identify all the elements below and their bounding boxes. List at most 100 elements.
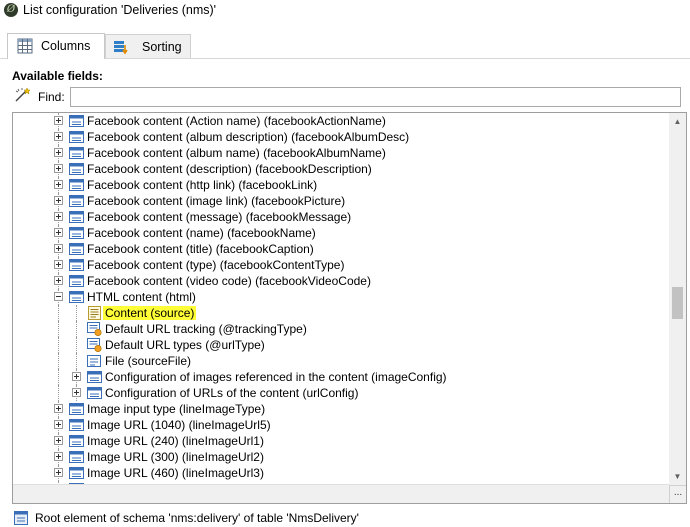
tree-item-label: Image URL (1040) (lineImageUrl5) [87,418,271,432]
tree-item-label: Facebook content (type) (facebookContent… [87,258,345,272]
expand-plus-icon[interactable] [54,404,63,413]
tree-row[interactable]: Image URL (300) (lineImageUrl2) [13,449,669,465]
field-node-icon [69,178,84,192]
tree-item-label: Image URL (240) (lineImageUrl1) [87,434,264,448]
available-fields-tree[interactable]: Facebook content (Action name) (facebook… [12,112,687,504]
find-wand-icon [15,87,31,102]
tree-row[interactable]: Facebook content (title) (facebookCaptio… [13,241,669,257]
expand-plus-icon[interactable] [54,196,63,205]
expand-plus-icon[interactable] [54,132,63,141]
tree-item-label: Configuration of images referenced in th… [105,370,447,384]
tree-item-label: Facebook content (album description) (fa… [87,130,410,144]
tree-row[interactable]: Facebook content (Action name) (facebook… [13,113,669,129]
expand-plus-icon[interactable] [54,116,63,125]
title-bar: Ø List configuration 'Deliveries (nms)' [0,0,690,22]
tree-row[interactable]: Configuration of URLs of the content (ur… [13,385,669,401]
expand-plus-icon[interactable] [54,212,63,221]
tree-item-label: Image URL (300) (lineImageUrl2) [87,450,264,464]
tree-row[interactable]: Facebook content (description) (facebook… [13,161,669,177]
window-title: List configuration 'Deliveries (nms)' [23,3,217,17]
tree-row[interactable]: Default URL types (@urlType) [13,337,669,353]
tree-row[interactable]: Facebook content (album name) (facebookA… [13,145,669,161]
tree-row[interactable]: Facebook content (video code) (facebookV… [13,273,669,289]
tree-row[interactable]: Facebook content (name) (facebookName) [13,225,669,241]
more-options-button[interactable]: ... [669,485,686,503]
tree-row[interactable]: Facebook content (image link) (facebookP… [13,193,669,209]
tab-columns[interactable]: Columns [7,33,105,59]
tree-item-label: Facebook content (Action name) (facebook… [87,114,386,128]
tree-item-label: Facebook content (album name) (facebookA… [87,146,386,160]
expand-plus-icon[interactable] [72,388,81,397]
tree-row[interactable]: Facebook content (type) (facebookContent… [13,257,669,273]
find-label: Find: [38,90,65,104]
tree-item-label: Facebook content (title) (facebookCaptio… [87,242,314,256]
field-node-icon [69,194,84,208]
grid-icon [17,38,33,54]
tab-sorting[interactable]: Sorting [105,34,191,58]
tree-row[interactable]: Content (source) [13,305,669,321]
tree-guide-line [76,353,77,369]
scroll-up-arrow-icon[interactable]: ▲ [669,113,686,130]
expand-plus-icon[interactable] [72,372,81,381]
tree-item-label: Image URL (460) (lineImageUrl3) [87,466,264,480]
find-input[interactable] [70,87,681,107]
tree-row[interactable]: Facebook content (album description) (fa… [13,129,669,145]
field-node-icon [69,210,84,224]
expand-plus-icon[interactable] [54,260,63,269]
schema-icon [14,511,28,525]
field-node-icon [69,434,84,448]
field-node-icon [69,114,84,128]
tree-item-label: Facebook content (video code) (facebookV… [87,274,371,288]
tree-row[interactable]: Facebook content (http link) (facebookLi… [13,177,669,193]
tree-item-label: Default URL tracking (@trackingType) [105,322,307,336]
tree-item-label: Configuration of URLs of the content (ur… [105,386,359,400]
enum-attribute-icon [87,338,102,353]
expand-plus-icon[interactable] [54,180,63,189]
expand-plus-icon[interactable] [54,420,63,429]
app-icon: Ø [4,3,18,17]
expand-plus-icon[interactable] [54,164,63,173]
tree-row[interactable]: Image URL (240) (lineImageUrl1) [13,433,669,449]
tree-item-label: HTML content (html) [87,290,196,304]
tree-item-label: Facebook content (message) (facebookMess… [87,210,352,224]
tree-guide-line [58,337,59,353]
tree-row[interactable]: Image URL (460) (lineImageUrl3) [13,465,669,481]
vertical-scrollbar[interactable]: ▲ ▼ [669,113,686,485]
expand-plus-icon[interactable] [54,276,63,285]
tree-row[interactable]: File (sourceFile) [13,353,669,369]
tree-item-label: Default URL types (@urlType) [105,338,265,352]
tree-item-label: File (sourceFile) [105,354,192,368]
tree-row[interactable]: HTML content (html) [13,289,669,305]
expand-plus-icon[interactable] [54,468,63,477]
field-node-icon [69,290,84,304]
tab-columns-label: Columns [41,39,91,53]
tree-guide-line [58,353,59,369]
tree-row[interactable]: Image input type (lineImageType) [13,401,669,417]
expand-plus-icon[interactable] [54,148,63,157]
tree-viewport: Facebook content (Action name) (facebook… [13,113,669,485]
expand-plus-icon[interactable] [54,452,63,461]
tree-row[interactable]: Configuration of images referenced in th… [13,369,669,385]
field-node-icon [69,242,84,256]
field-node-icon [69,274,84,288]
tree-item-label: Image input type (lineImageType) [87,402,266,416]
scrollbar-thumb[interactable] [672,287,683,319]
tree-guide-line [58,369,59,385]
field-node-icon [69,258,84,272]
tree-item-label: Facebook content (description) (facebook… [87,162,372,176]
collapse-minus-icon[interactable] [54,292,63,301]
expand-plus-icon[interactable] [54,228,63,237]
scroll-down-arrow-icon[interactable]: ▼ [669,468,686,485]
expand-plus-icon[interactable] [54,436,63,445]
tree-row[interactable]: Image URL (1040) (lineImageUrl5) [13,417,669,433]
tree-item-label: Content (source) [103,306,197,320]
tree-item-label: Facebook content (name) (facebookName) [87,226,316,240]
expand-plus-icon[interactable] [54,244,63,253]
field-node-icon [69,466,84,480]
tree-row[interactable]: Facebook content (message) (facebookMess… [13,209,669,225]
status-bar: Root element of schema 'nms:delivery' of… [0,508,690,527]
horizontal-scrollbar[interactable] [13,484,669,503]
field-node-icon [69,162,84,176]
field-node-icon [87,386,102,400]
tree-row[interactable]: Default URL tracking (@trackingType) [13,321,669,337]
